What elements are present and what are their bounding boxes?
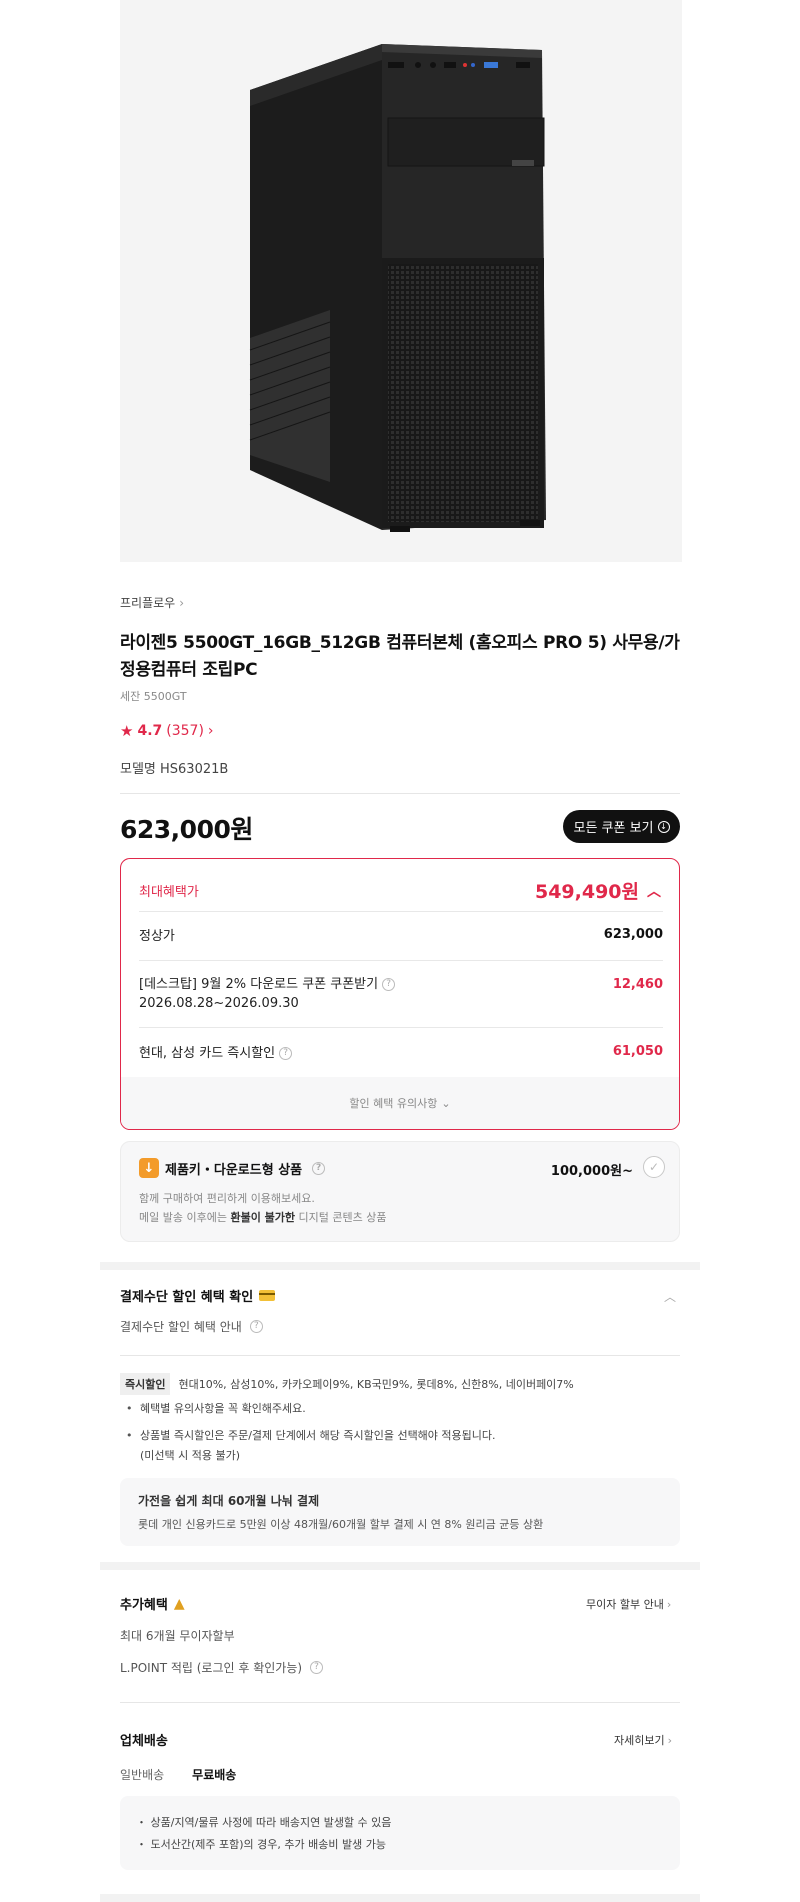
rating-score: 4.7 xyxy=(137,723,163,739)
refund-notice-prefix: 메일 발송 이후에는 xyxy=(139,1211,231,1224)
product-subtitle: 세잔 5500GT xyxy=(120,690,187,703)
instant-discount-text: 현대10%, 삼성10%, 카카오페이9%, KB국민9%, 롯데8%, 신한8… xyxy=(178,1378,574,1391)
download-product-price: 100,000원~ xyxy=(550,1164,633,1179)
shipping-detail-text: 자세히보기 xyxy=(614,1734,665,1747)
coupon-period: 2026.08.28~2026.09.30 xyxy=(139,996,299,1011)
chevron-down-icon: ⌄ xyxy=(441,1096,451,1110)
max-benefit-header[interactable]: 최대혜택가 549,490원 ︿ xyxy=(139,877,661,904)
interest-free-guide-text: 무이자 할부 안내 xyxy=(586,1598,664,1611)
download-refund-notice: 메일 발송 이후에는 환불이 불가한 디지털 콘텐츠 상품 xyxy=(139,1209,386,1225)
rating[interactable]: ★ 4.7 (357) › xyxy=(120,722,214,740)
brand-link[interactable]: 프리플로우 › xyxy=(120,594,184,611)
payment-guide-link[interactable]: 결제수단 할인 혜택 안내? xyxy=(120,1318,263,1335)
list-item: 현대, 삼성 카드 즉시할인? 61,050 xyxy=(139,1027,663,1077)
regular-price-label: 정상가 xyxy=(139,929,175,944)
bullet-text: 상품별 즉시할인은 주문/결제 단계에서 해당 즉시할인을 선택해야 적용됩니다… xyxy=(140,1429,496,1442)
list-item: 상품별 즉시할인은 주문/결제 단계에서 해당 즉시할인을 선택해야 적용됩니다… xyxy=(126,1426,496,1466)
instant-discount: 즉시할인 현대10%, 삼성10%, 카카오페이9%, KB국민9%, 롯데8%… xyxy=(120,1373,574,1395)
shipping-title: 업체배송 xyxy=(120,1730,168,1749)
bullet-text-sub: (미선택 시 적용 불가) xyxy=(140,1449,241,1462)
download-icon: ↓ xyxy=(657,820,670,833)
download-product-title: 제품키・다운로드형 상품 xyxy=(165,1162,303,1178)
chevron-right-icon: › xyxy=(207,723,214,739)
chevron-right-icon: › xyxy=(667,1734,673,1747)
divider xyxy=(120,1355,680,1356)
refund-notice-bold: 환불이 불가한 xyxy=(230,1211,296,1224)
extra-benefit-title: 추가혜택 ▲ xyxy=(120,1594,185,1614)
list-item: [데스크탑] 9월 2% 다운로드 쿠폰 쿠폰받기? 2026.08.28~20… xyxy=(139,960,663,1027)
max-benefit-box: 최대혜택가 549,490원 ︿ 정상가 623,000 [데스크탑] 9월 2%… xyxy=(120,858,680,1130)
chevron-up-icon: ︿ xyxy=(647,883,661,900)
coupon-label: [데스크탑] 9월 2% 다운로드 쿠폰 쿠폰받기 xyxy=(139,977,379,992)
max-benefit-label: 최대혜택가 xyxy=(139,885,199,900)
section-separator xyxy=(100,1562,700,1570)
brand-name: 프리플로우 xyxy=(120,596,176,610)
divider xyxy=(120,793,680,794)
question-icon[interactable]: ? xyxy=(382,978,396,991)
extra-benefit-title-text: 추가혜택 xyxy=(120,1598,168,1613)
payment-guide-text: 결제수단 할인 혜택 안내 xyxy=(120,1320,242,1334)
installment-title: 가전을 쉽게 최대 60개월 나눠 결제 xyxy=(138,1494,320,1508)
credit-card-icon xyxy=(259,1290,276,1301)
instant-discount-tag: 즉시할인 xyxy=(120,1373,171,1395)
lpoint-text: L.POINT 적립 (로그인 후 확인가능) xyxy=(120,1661,303,1675)
question-icon[interactable]: ? xyxy=(279,1047,293,1060)
check-icon[interactable]: ✓ xyxy=(643,1156,665,1178)
bullet-text: 혜택별 유의사항을 꼭 확인해주세요. xyxy=(140,1402,306,1415)
shipping-note: ・ 상품/지역/물류 사정에 따라 배송지연 발생할 수 있음 xyxy=(136,1816,392,1829)
shipping-note: ・ 도서산간(제주 포함)의 경우, 추가 배송비 발생 가능 xyxy=(136,1838,386,1851)
interest-free-text: 최대 6개월 무이자할부 xyxy=(120,1629,235,1643)
lpoint-row: L.POINT 적립 (로그인 후 확인가능)? xyxy=(120,1659,324,1676)
model-name: 모델명 HS63021B xyxy=(120,762,229,777)
download-desc: 함께 구매하여 편리하게 이용해보세요. xyxy=(139,1192,315,1205)
payment-section-title: 결제수단 할인 혜택 확인 xyxy=(120,1286,276,1305)
download-product-box: ↓ 제품키・다운로드형 상품 ? 100,000원~ ✓ 함께 구매하여 편리하… xyxy=(120,1141,680,1242)
coupon-discount-value: 12,460 xyxy=(612,977,663,992)
chevron-right-icon: › xyxy=(666,1598,672,1611)
shipping-notice-box: ・ 상품/지역/물류 사정에 따라 배송지연 발생할 수 있음 ・ 도서산간(제… xyxy=(120,1796,680,1870)
all-coupons-button[interactable]: 모든 쿠폰 보기 ↓ xyxy=(563,810,680,843)
product-price: 623,000원 xyxy=(120,815,253,844)
list-item: 혜택별 유의사항을 꼭 확인해주세요. xyxy=(126,1399,306,1419)
question-icon[interactable]: ? xyxy=(312,1161,326,1175)
question-icon: ? xyxy=(249,1320,263,1333)
star-icon: ★ xyxy=(120,722,134,740)
download-icon: ↓ xyxy=(139,1158,159,1178)
product-image xyxy=(120,0,682,562)
chevron-right-icon: › xyxy=(179,596,185,610)
max-benefit-value: 549,490원 xyxy=(534,881,639,903)
shipping-detail-link[interactable]: 자세히보기 › xyxy=(614,1732,672,1748)
installment-box: 가전을 쉽게 최대 60개월 나눠 결제 롯데 개인 신용카드로 5만원 이상 … xyxy=(120,1478,680,1546)
interest-free-guide-link[interactable]: 무이자 할부 안내 › xyxy=(586,1596,671,1612)
regular-price-value: 623,000 xyxy=(603,927,663,942)
section-separator xyxy=(100,1894,700,1902)
discount-notice-toggle[interactable]: 할인 혜택 유의사항 ⌄ xyxy=(121,1077,679,1129)
party-popper-icon: ▲ xyxy=(173,1595,185,1612)
card-discount-value: 61,050 xyxy=(612,1044,663,1059)
shipping-type-row: 일반배송 무료배송 xyxy=(120,1766,236,1783)
question-icon[interactable]: ? xyxy=(310,1661,324,1674)
payment-title-text: 결제수단 할인 혜택 확인 xyxy=(120,1290,254,1305)
pc-tower-image xyxy=(249,44,546,532)
shipping-type-label: 일반배송 xyxy=(120,1768,165,1782)
discount-notice-label: 할인 혜택 유의사항 xyxy=(349,1097,438,1110)
list-item: 정상가 623,000 xyxy=(139,911,663,960)
shipping-type-value: 무료배송 xyxy=(192,1768,237,1782)
installment-desc: 롯데 개인 신용카드로 5만원 이상 48개월/60개월 할부 결제 시 연 8… xyxy=(138,1518,544,1531)
section-separator xyxy=(100,1262,700,1270)
card-discount-label: 현대, 삼성 카드 즉시할인 xyxy=(139,1046,276,1061)
refund-notice-suffix: 디지털 콘텐츠 상품 xyxy=(295,1211,387,1224)
shipping-title-text: 업체배송 xyxy=(120,1734,168,1749)
divider xyxy=(120,1702,680,1703)
product-title: 라이젠5 5500GT_16GB_512GB 컴퓨터본체 (홈오피스 PRO 5… xyxy=(120,633,680,680)
coupon-button-label: 모든 쿠폰 보기 xyxy=(573,821,654,836)
chevron-up-icon[interactable]: ︿ xyxy=(664,1288,676,1305)
review-count: (357) xyxy=(166,723,204,739)
